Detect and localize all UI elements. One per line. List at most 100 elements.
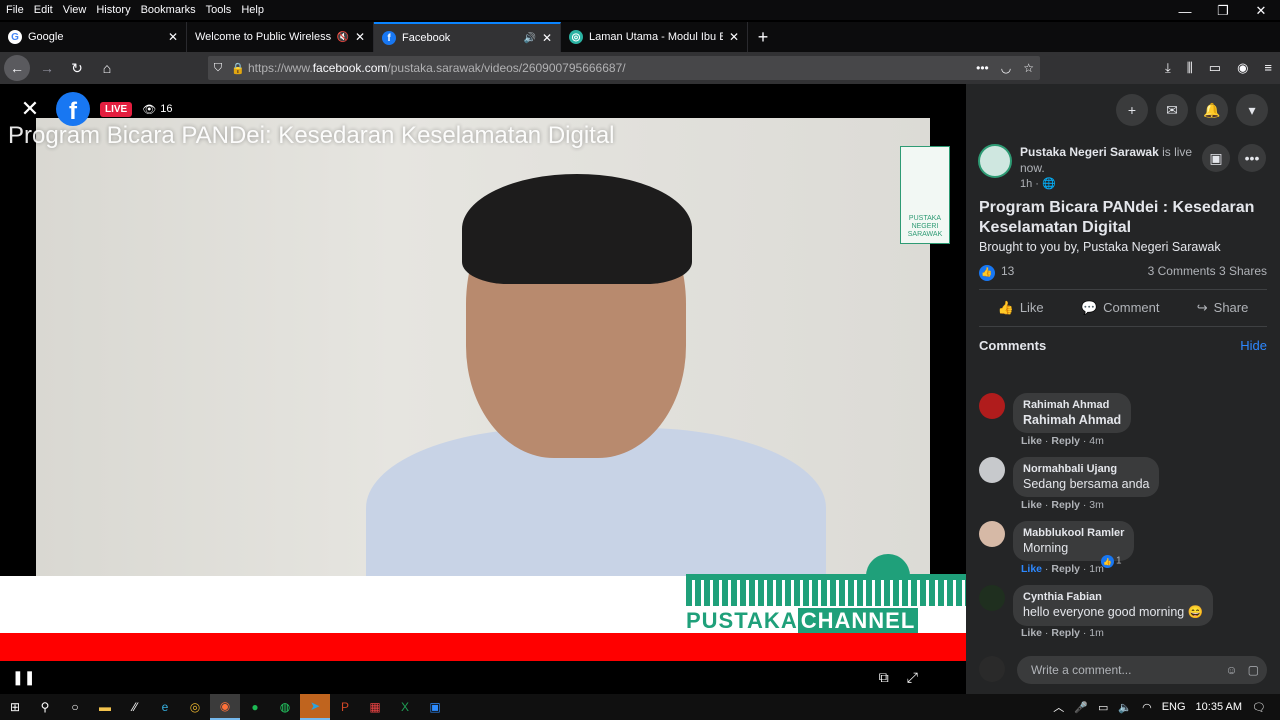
save-icon[interactable]: ▣ <box>1202 144 1230 172</box>
menu-view[interactable]: View <box>63 4 87 16</box>
more-options-icon[interactable]: ••• <box>1238 144 1266 172</box>
shield-icon[interactable]: ⛉ <box>208 62 228 75</box>
close-icon[interactable]: ✕ <box>168 30 178 44</box>
back-icon[interactable]: ← <box>4 55 30 81</box>
comment-time[interactable]: 1m <box>1089 627 1104 639</box>
write-comment-input[interactable]: Write a comment... ☺ ▢ <box>1017 656 1267 684</box>
tab-wireless[interactable]: Welcome to Public Wireless Net 🔇 ✕ <box>187 22 374 52</box>
post-time[interactable]: 1h <box>1020 178 1032 190</box>
microphone-icon[interactable]: 🎤 <box>1074 701 1088 714</box>
menu-help[interactable]: Help <box>241 4 264 16</box>
page-name[interactable]: Pustaka Negeri Sarawak <box>1020 145 1159 159</box>
new-tab-icon[interactable]: + <box>748 22 778 52</box>
commenter-name[interactable]: Normahbali Ujang <box>1023 463 1149 475</box>
hamburger-menu-icon[interactable]: ≡ <box>1264 60 1272 76</box>
excel-icon[interactable]: X <box>390 694 420 720</box>
commenter-name[interactable]: Cynthia Fabian <box>1023 591 1203 603</box>
pocket-icon[interactable]: ◡ <box>1001 61 1011 75</box>
forward-icon[interactable]: → <box>34 55 60 81</box>
menu-file[interactable]: File <box>6 4 24 16</box>
chrome-icon[interactable]: ◎ <box>180 694 210 720</box>
menu-history[interactable]: History <box>96 4 130 16</box>
spotify-icon[interactable]: ● <box>240 694 270 720</box>
windows-start-icon[interactable]: ⊞ <box>0 694 30 720</box>
minimize-icon[interactable]: — <box>1166 0 1204 22</box>
account-icon[interactable]: ◉ <box>1237 60 1248 76</box>
comment-button[interactable]: 💬 Comment <box>1081 300 1160 316</box>
restore-icon[interactable]: ❐ <box>1204 0 1242 22</box>
plus-icon[interactable]: + <box>1116 94 1148 126</box>
zoom-icon[interactable]: ▣ <box>420 694 450 720</box>
comment-reaction-count[interactable]: 👍 1 <box>1101 555 1122 568</box>
library-icon[interactable]: ⫼ <box>1187 60 1193 76</box>
comment-reply-link[interactable]: Reply <box>1051 627 1080 639</box>
account-menu-icon[interactable]: ▾ <box>1236 94 1268 126</box>
tab-google[interactable]: G Google ✕ <box>0 22 187 52</box>
tab-facebook[interactable]: f Facebook 🔊 ✕ <box>374 22 561 52</box>
comment-like-link[interactable]: Like <box>1021 627 1042 639</box>
share-button[interactable]: ↪ Share <box>1197 300 1249 316</box>
comment-like-link[interactable]: Like <box>1021 563 1042 575</box>
comment-time[interactable]: 4m <box>1089 435 1104 447</box>
commenter-avatar[interactable] <box>979 457 1005 483</box>
close-icon[interactable]: ✕ <box>542 31 552 45</box>
edge-icon[interactable]: e <box>150 694 180 720</box>
comment-reply-link[interactable]: Reply <box>1051 563 1080 575</box>
hide-comments-link[interactable]: Hide <box>1240 338 1267 353</box>
powerpoint-icon[interactable]: P <box>330 694 360 720</box>
comment-like-link[interactable]: Like <box>1021 435 1042 447</box>
speaker-icon[interactable]: 🔊 <box>523 33 535 44</box>
like-count[interactable]: 13 <box>1001 264 1014 278</box>
emoji-icon[interactable]: ☺ <box>1225 663 1237 677</box>
commenter-avatar[interactable] <box>979 393 1005 419</box>
miniplayer-icon[interactable]: ⧉ <box>879 669 889 686</box>
comment-reply-link[interactable]: Reply <box>1051 499 1080 511</box>
close-icon[interactable]: ✕ <box>355 30 365 44</box>
battery-icon[interactable]: ▭ <box>1098 701 1108 714</box>
notification-icon[interactable]: 🗨 <box>1252 701 1266 714</box>
menu-bookmarks[interactable]: Bookmarks <box>141 4 196 16</box>
wifi-icon[interactable]: ◠ <box>1142 701 1152 714</box>
commenter-name[interactable]: Rahimah Ahmad <box>1023 399 1121 411</box>
comment-like-link[interactable]: Like <box>1021 499 1042 511</box>
fullscreen-icon[interactable]: ⤢ <box>907 669 918 686</box>
page-avatar[interactable] <box>978 144 1012 178</box>
close-icon[interactable]: ✕ <box>729 30 739 44</box>
menu-edit[interactable]: Edit <box>34 4 53 16</box>
close-window-icon[interactable]: ✕ <box>1242 0 1280 22</box>
commenter-avatar[interactable] <box>979 585 1005 611</box>
clock[interactable]: 10:35 AM <box>1196 701 1242 713</box>
pause-icon[interactable]: ❚❚ <box>12 669 35 686</box>
home-icon[interactable]: ⌂ <box>94 55 120 81</box>
language-indicator[interactable]: ENG <box>1162 701 1186 713</box>
url-bar[interactable]: ⛉ 🔒 https://www. facebook.com/pustaka.sar… <box>208 56 1040 80</box>
download-icon[interactable]: ⤓ <box>1165 60 1171 76</box>
like-button[interactable]: 👍 Like <box>998 300 1044 316</box>
muted-icon[interactable]: 🔇 <box>336 32 348 43</box>
tab-laman-utama[interactable]: ◎ Laman Utama - Modul Ibu Bap ✕ <box>561 22 748 52</box>
whatsapp-icon[interactable]: ◍ <box>270 694 300 720</box>
sticker-icon[interactable]: ▢ <box>1248 663 1259 677</box>
app-grid-icon[interactable]: ▦ <box>360 694 390 720</box>
close-icon[interactable]: ✕ <box>14 93 46 125</box>
reload-icon[interactable]: ↻ <box>64 55 90 81</box>
file-explorer-icon[interactable]: ▬ <box>90 694 120 720</box>
comment-reply-link[interactable]: Reply <box>1051 435 1080 447</box>
app-icon[interactable]: ⁄⁄ <box>120 694 150 720</box>
facebook-logo-icon[interactable]: f <box>56 92 90 126</box>
menu-tools[interactable]: Tools <box>206 4 232 16</box>
video-player[interactable]: PUSTAKA NEGERI SARAWAK Program Bicara PA… <box>0 84 966 694</box>
commenter-avatar[interactable] <box>979 521 1005 547</box>
lock-icon[interactable]: 🔒 <box>228 62 248 75</box>
shares-count[interactable]: 3 Shares <box>1219 264 1267 278</box>
volume-icon[interactable]: 🔈 <box>1118 701 1132 714</box>
comments-count[interactable]: 3 Comments <box>1148 264 1216 278</box>
notifications-icon[interactable]: 🔔 <box>1196 94 1228 126</box>
search-icon[interactable]: ⚲ <box>30 694 60 720</box>
messenger-icon[interactable]: ✉ <box>1156 94 1188 126</box>
telegram-icon[interactable]: ➤ <box>300 694 330 720</box>
bookmark-star-icon[interactable]: ☆ <box>1023 61 1034 75</box>
sidebar-icon[interactable]: ▭ <box>1209 60 1221 76</box>
task-view-icon[interactable]: ○ <box>60 694 90 720</box>
more-icon[interactable]: ••• <box>976 61 989 75</box>
